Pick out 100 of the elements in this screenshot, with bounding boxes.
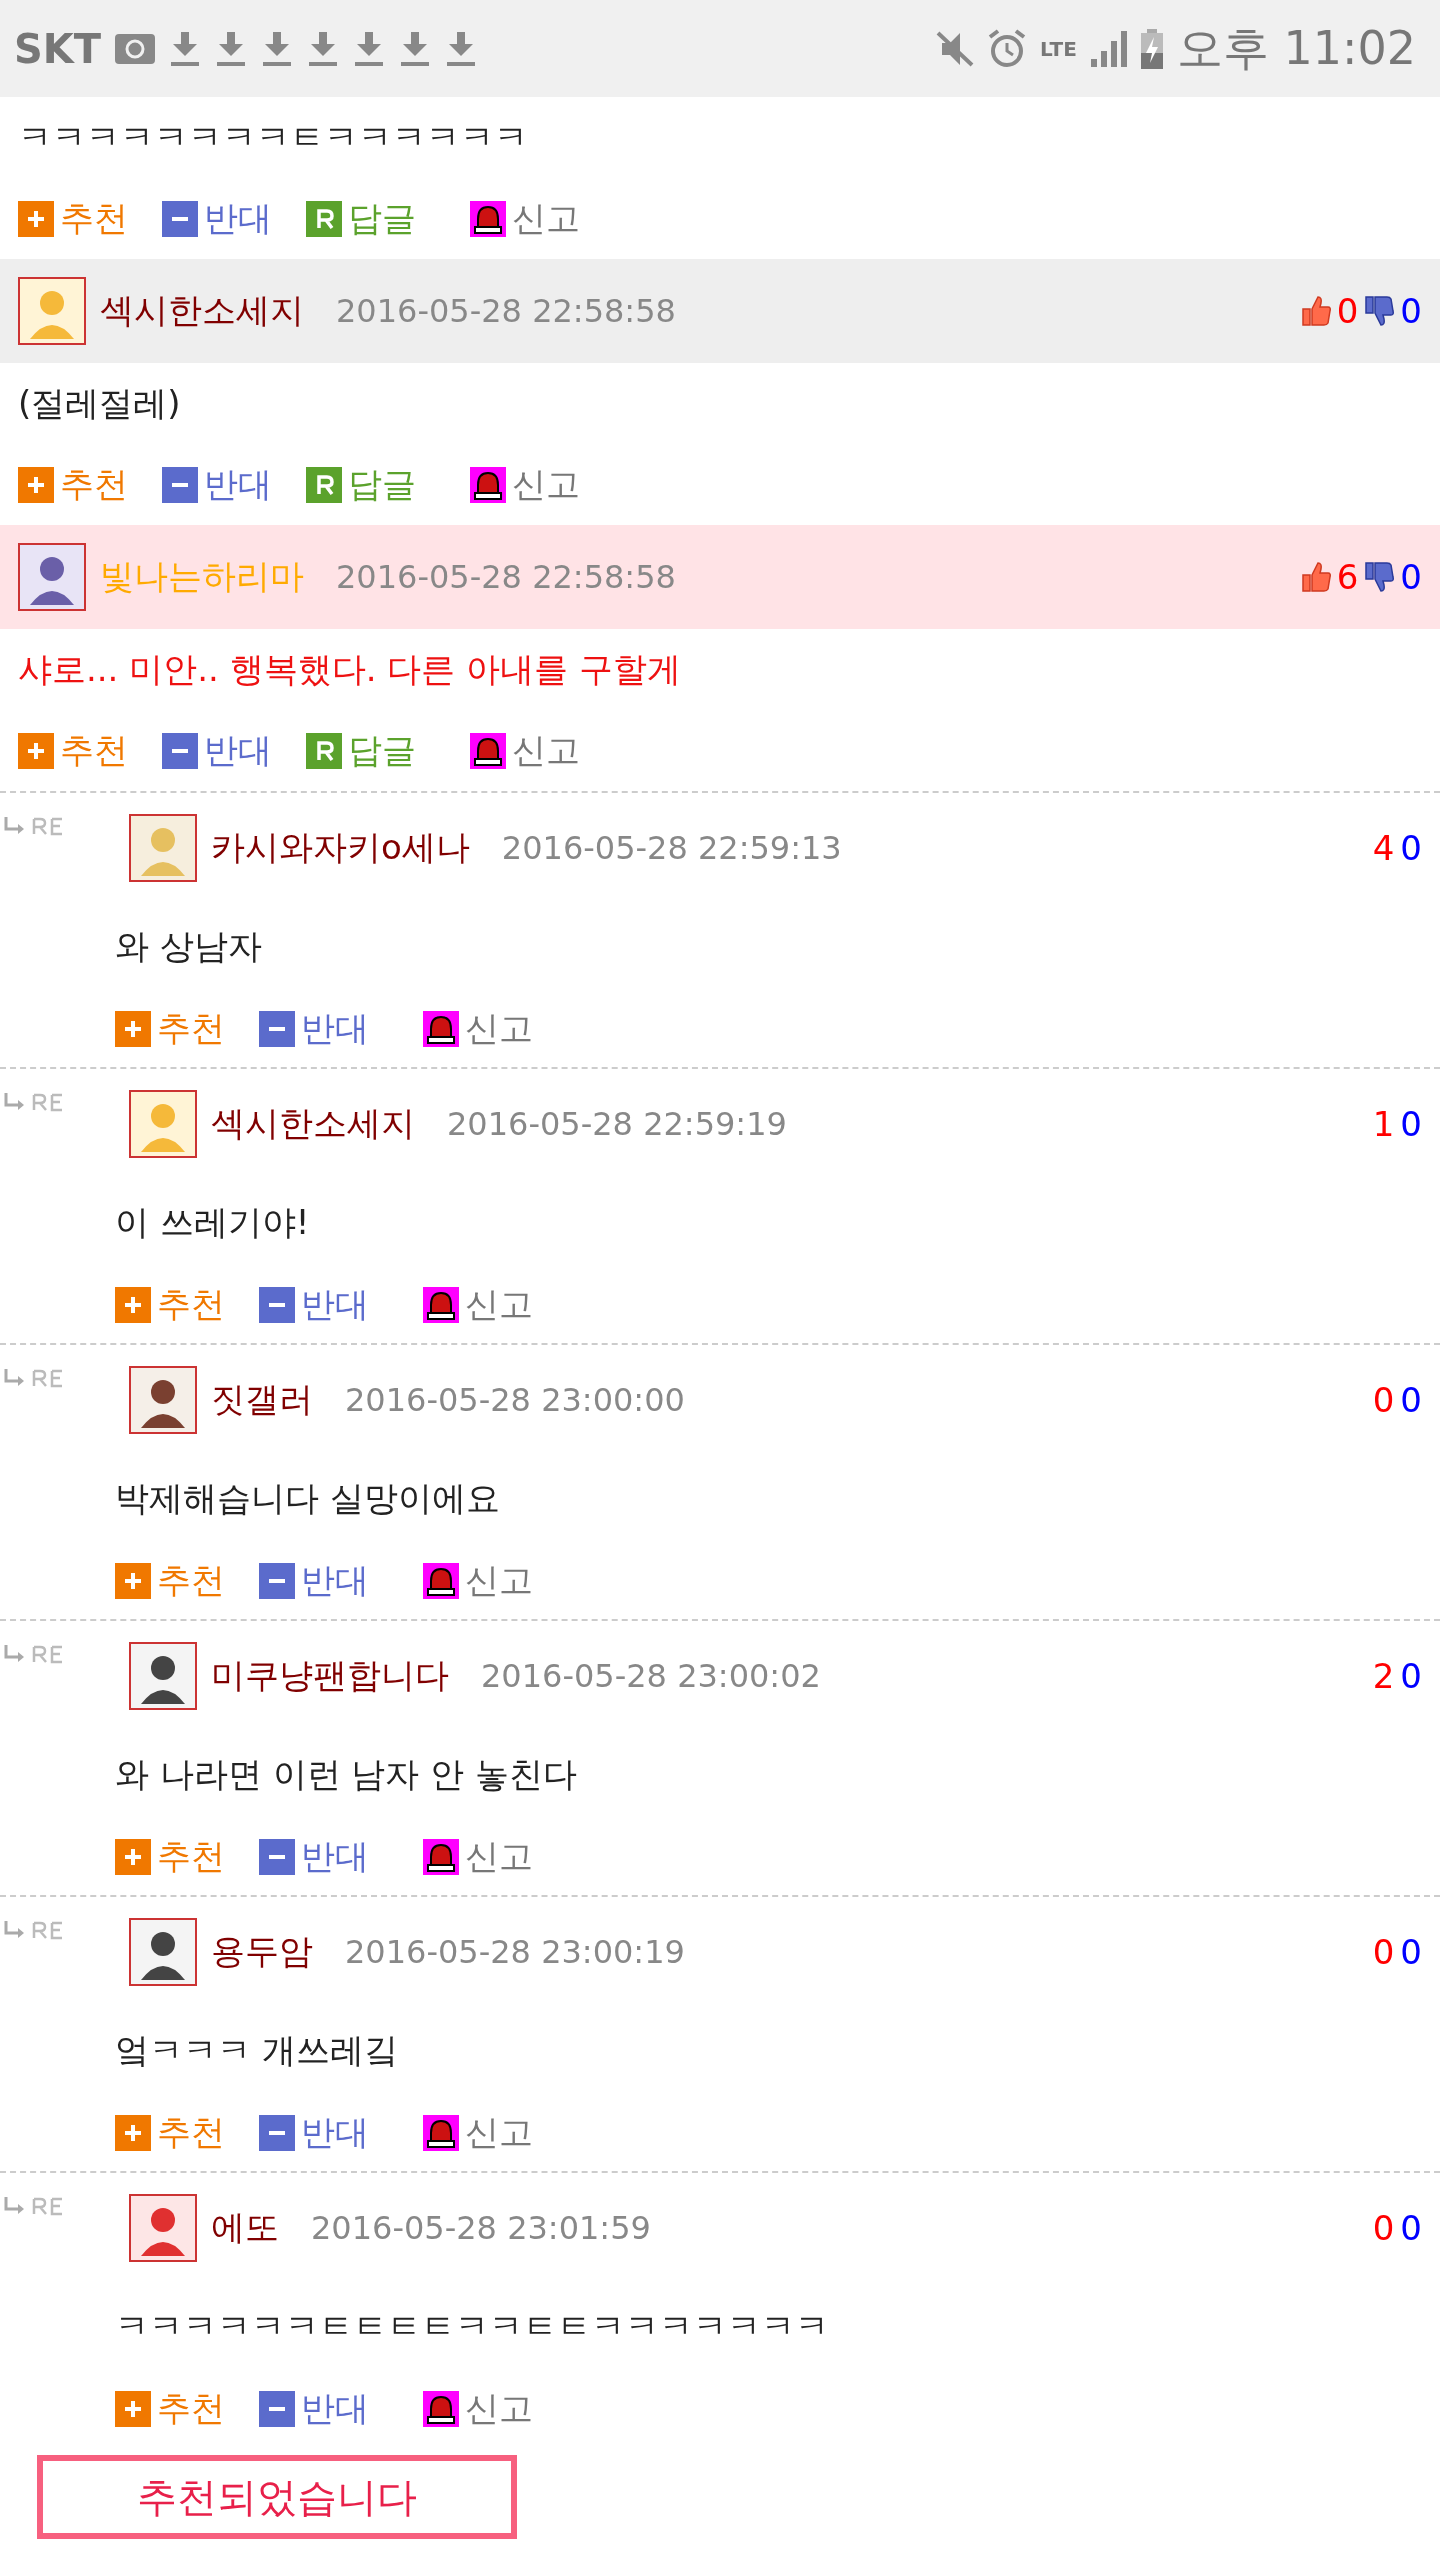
download-icon (307, 31, 340, 66)
thumbs-down-icon (1364, 561, 1395, 593)
comment-text: ㅋㅋㅋㅋㅋㅋㅋㅋㅌㅋㅋㅋㅋㅋㅋ (17, 116, 529, 159)
dislike-count: 0 (1400, 1104, 1422, 1144)
report-button[interactable]: 신고 (470, 196, 580, 242)
siren-icon (423, 1011, 459, 1047)
reply-icon (306, 467, 342, 503)
siren-icon (423, 1563, 459, 1599)
reply-button[interactable]: 답글 (306, 196, 416, 242)
minus-icon (162, 467, 198, 503)
avatar-icon (129, 2194, 197, 2262)
oppose-button[interactable]: 반대 (259, 2386, 369, 2432)
avatar-icon (129, 814, 197, 882)
download-icon (215, 31, 248, 66)
recommend-button[interactable]: 추천 (115, 2110, 225, 2156)
reply-button[interactable]: 답글 (306, 462, 416, 508)
alarm-icon (988, 28, 1027, 69)
network-type: LTE (1040, 38, 1077, 59)
comment-text: (절레절레) (17, 382, 182, 425)
oppose-button[interactable]: 반대 (259, 2110, 369, 2156)
like-count: 0 (1372, 1380, 1395, 1420)
comment-date: 2016-05-28 22:59:19 (447, 1105, 787, 1143)
plus-icon (18, 733, 54, 769)
report-button[interactable]: 신고 (423, 1282, 533, 1328)
like-count: 4 (1372, 828, 1395, 868)
dislike-count: 0 (1400, 2208, 1422, 2248)
recommend-button[interactable]: 추천 (18, 196, 128, 242)
oppose-button[interactable]: 반대 (162, 728, 272, 774)
recommend-button[interactable]: 추천 (18, 728, 128, 774)
siren-icon (423, 1287, 459, 1323)
dislike-count: 0 (1400, 828, 1422, 868)
avatar-icon (18, 277, 86, 345)
recommended-button[interactable]: 추천되었습니다 (37, 2455, 517, 2539)
download-icon (169, 31, 202, 66)
comment-date: 2016-05-28 22:58:58 (336, 292, 676, 330)
dislike-count: 0 (1400, 557, 1422, 597)
oppose-button[interactable]: 반대 (259, 1558, 369, 1604)
like-count: 6 (1336, 557, 1359, 597)
author-name[interactable]: 섹시한소세지 (211, 1101, 415, 1147)
recommend-button[interactable]: 추천 (115, 1834, 225, 1880)
siren-icon (470, 733, 506, 769)
siren-icon (423, 2391, 459, 2427)
oppose-button[interactable]: 반대 (162, 462, 272, 508)
report-button[interactable]: 신고 (423, 2110, 533, 2156)
avatar-icon (129, 1642, 197, 1710)
report-button[interactable]: 신고 (470, 728, 580, 774)
comment-text: ㅋㅋㅋㅋㅋㅋㅌㅌㅌㅌㅋㅋㅌㅌㅋㅋㅋㅋㅋㅋㅋ (114, 2305, 830, 2348)
report-button[interactable]: 신고 (423, 1834, 533, 1880)
report-button[interactable]: 신고 (470, 462, 580, 508)
author-name[interactable]: 짓갤러 (211, 1377, 313, 1423)
recommend-button[interactable]: 추천 (115, 1282, 225, 1328)
siren-icon (470, 467, 506, 503)
like-count: 0 (1372, 1932, 1395, 1972)
download-icon (261, 31, 294, 66)
plus-icon (115, 2115, 151, 2151)
siren-icon (423, 2115, 459, 2151)
recommend-button[interactable]: 추천 (18, 462, 128, 508)
minus-icon (259, 1287, 295, 1323)
author-name[interactable]: 섹시한소세지 (100, 288, 304, 334)
dislike-count: 0 (1400, 291, 1422, 331)
plus-icon (115, 1287, 151, 1323)
reply-icon (306, 201, 342, 237)
plus-icon (115, 1839, 151, 1875)
oppose-button[interactable]: 반대 (259, 1282, 369, 1328)
author-name[interactable]: 카시와자키o세나 (211, 825, 470, 871)
siren-icon (470, 201, 506, 237)
avatar-icon (129, 1090, 197, 1158)
download-icon (445, 31, 478, 66)
like-count: 0 (1336, 291, 1359, 331)
oppose-button[interactable]: 반대 (259, 1006, 369, 1052)
carrier-name: SKT (14, 25, 102, 72)
oppose-button[interactable]: 반대 (259, 1834, 369, 1880)
comment-date: 2016-05-28 22:59:13 (501, 829, 842, 867)
thumbs-up-icon (1300, 295, 1331, 327)
minus-icon (259, 2115, 295, 2151)
author-name[interactable]: 에또 (211, 2205, 279, 2251)
comment-date: 2016-05-28 23:00:02 (481, 1657, 821, 1695)
minus-icon (162, 733, 198, 769)
recommend-button[interactable]: 추천 (115, 2386, 225, 2432)
comment-text: 박제해습니다 실망이에요 (114, 1477, 501, 1520)
comment-text: 와 나라면 이런 남자 안 놓친다 (114, 1753, 579, 1796)
comment-date: 2016-05-28 22:58:58 (336, 558, 676, 596)
thumbs-down-icon (1364, 295, 1395, 327)
minus-icon (162, 201, 198, 237)
recommend-button[interactable]: 추천 (115, 1006, 225, 1052)
battery-icon (1140, 28, 1163, 69)
plus-icon (18, 201, 54, 237)
report-button[interactable]: 신고 (423, 2386, 533, 2432)
reply-button[interactable]: 답글 (306, 728, 416, 774)
dislike-count: 0 (1400, 1380, 1422, 1420)
like-count: 1 (1372, 1104, 1395, 1144)
author-name[interactable]: 미쿠냥팬합니다 (211, 1653, 449, 1699)
plus-icon (18, 467, 54, 503)
recommend-button[interactable]: 추천 (115, 1558, 225, 1604)
oppose-button[interactable]: 반대 (162, 196, 272, 242)
comment-text: 엌ㅋㅋㅋ 개쓰레깈 (114, 2029, 399, 2072)
report-button[interactable]: 신고 (423, 1006, 533, 1052)
report-button[interactable]: 신고 (423, 1558, 533, 1604)
avatar-icon (18, 543, 86, 611)
author-name[interactable]: 용두암 (211, 1929, 313, 1975)
